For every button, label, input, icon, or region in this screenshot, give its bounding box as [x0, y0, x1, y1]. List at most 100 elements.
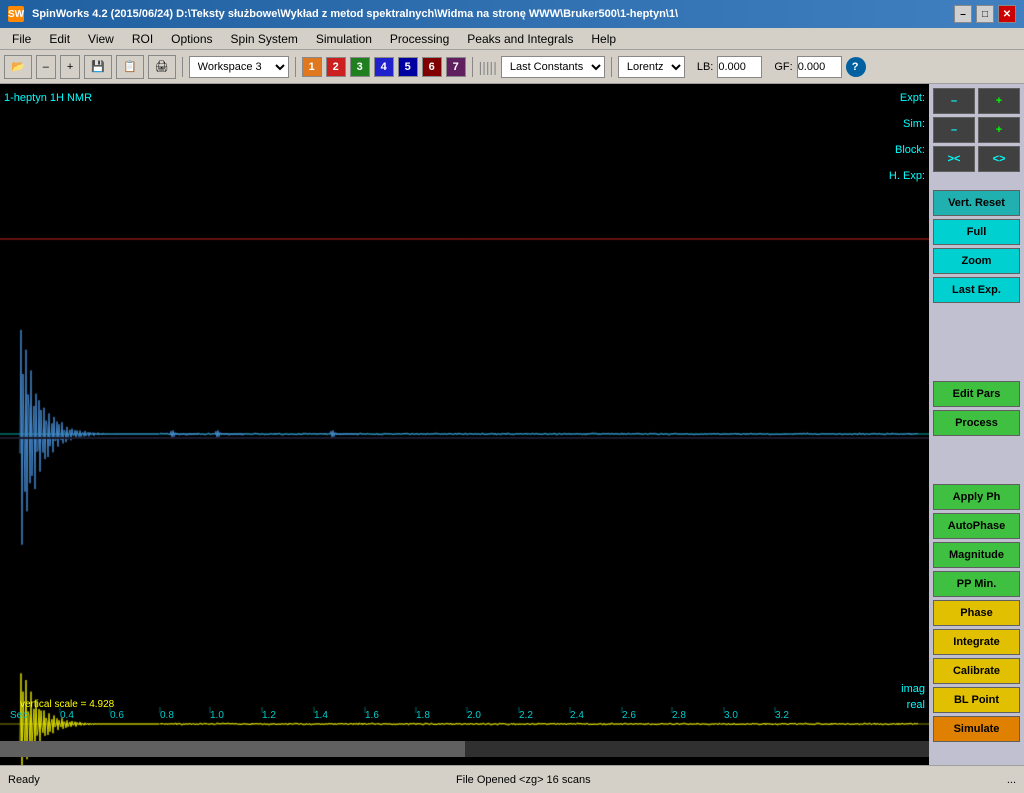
x-label-10: 1.0	[210, 710, 224, 721]
menu-options[interactable]: Options	[163, 30, 220, 48]
vertical-scale: vertical scale = 4.928	[20, 699, 114, 710]
spacer-7	[933, 439, 1020, 451]
minus-button[interactable]: –	[36, 55, 56, 79]
minimize-button[interactable]: –	[954, 5, 972, 23]
print-button[interactable]: 🖨	[148, 55, 176, 79]
x-label-26: 2.6	[622, 710, 636, 721]
spacer-9	[933, 469, 1020, 481]
process-button[interactable]: Process	[933, 410, 1020, 436]
spacer-4	[933, 336, 1020, 348]
menu-view[interactable]: View	[80, 30, 122, 48]
title-bar: SW SpinWorks 4.2 (2015/06/24) D:\Teksty …	[0, 0, 1024, 28]
integrate-button[interactable]: Integrate	[933, 629, 1020, 655]
bl-point-button[interactable]: BL Point	[933, 687, 1020, 713]
num-btn-6[interactable]: 6	[422, 57, 442, 77]
hexp-right-button[interactable]: <>	[978, 146, 1020, 172]
zoom-button[interactable]: Zoom	[933, 248, 1020, 274]
spectrum-area[interactable]: 1-heptyn 1H NMR Expt: Sim: Block: H. Exp…	[0, 84, 929, 765]
num-btn-7[interactable]: 7	[446, 57, 466, 77]
last-exp-button[interactable]: Last Exp.	[933, 277, 1020, 303]
expt-controls: – +	[933, 88, 1020, 114]
apply-ph-button[interactable]: Apply Ph	[933, 484, 1020, 510]
num-btn-4[interactable]: 4	[374, 57, 394, 77]
menu-roi[interactable]: ROI	[124, 30, 161, 48]
menu-bar: File Edit View ROI Options Spin System S…	[0, 28, 1024, 50]
calibrate-button[interactable]: Calibrate	[933, 658, 1020, 684]
sim-label: Sim:	[903, 118, 925, 130]
vert-sep-icon: |||||	[479, 59, 497, 75]
expt-label: Expt:	[900, 92, 925, 104]
x-label-30: 3.0	[724, 710, 738, 721]
lorentz-dropdown[interactable]: Lorentz	[618, 56, 685, 78]
sim-minus-button[interactable]: –	[933, 117, 975, 143]
menu-help[interactable]: Help	[583, 30, 624, 48]
spacer-3	[933, 321, 1020, 333]
open-button[interactable]: 📂	[4, 55, 32, 79]
window-controls: – □ ✕	[954, 5, 1016, 23]
num-btn-2[interactable]: 2	[326, 57, 346, 77]
x-label-20: 2.0	[467, 710, 481, 721]
full-button[interactable]: Full	[933, 219, 1020, 245]
lb-label: LB:	[697, 61, 714, 73]
spectrum-title: 1-heptyn 1H NMR	[4, 92, 92, 104]
x-label-04: 0.4	[60, 710, 74, 721]
x-label-14: 1.4	[314, 710, 328, 721]
help-button[interactable]: ?	[846, 57, 866, 77]
gf-label: GF:	[774, 61, 792, 73]
main-area: 1-heptyn 1H NMR Expt: Sim: Block: H. Exp…	[0, 84, 1024, 765]
real-label: real	[907, 699, 925, 711]
menu-edit[interactable]: Edit	[41, 30, 78, 48]
separator-3	[472, 57, 473, 77]
pp-min-button[interactable]: PP Min.	[933, 571, 1020, 597]
app-icon: SW	[8, 6, 24, 22]
phase-button[interactable]: Phase	[933, 600, 1020, 626]
menu-file[interactable]: File	[4, 30, 39, 48]
num-btn-1[interactable]: 1	[302, 57, 322, 77]
expt-minus-button[interactable]: –	[933, 88, 975, 114]
save-button[interactable]: 💾	[84, 55, 112, 79]
spacer-1	[933, 175, 1020, 187]
menu-simulation[interactable]: Simulation	[308, 30, 380, 48]
menu-processing[interactable]: Processing	[382, 30, 457, 48]
block-label: Block:	[895, 144, 925, 156]
num-btn-5[interactable]: 5	[398, 57, 418, 77]
lb-input[interactable]	[717, 56, 762, 78]
autophase-button[interactable]: AutoPhase	[933, 513, 1020, 539]
spacer-8	[933, 454, 1020, 466]
last-constants-dropdown[interactable]: Last Constants	[501, 56, 605, 78]
copy-button[interactable]: 📋	[116, 55, 144, 79]
x-label-16: 1.6	[365, 710, 379, 721]
spacer-5	[933, 351, 1020, 363]
scroll-thumb[interactable]	[0, 741, 465, 757]
close-button[interactable]: ✕	[998, 5, 1016, 23]
x-label-32: 3.2	[775, 710, 789, 721]
status-bar: Ready File Opened <zg> 16 scans ...	[0, 765, 1024, 793]
menu-spin-system[interactable]: Spin System	[223, 30, 306, 48]
vert-reset-button[interactable]: Vert. Reset	[933, 190, 1020, 216]
plus-button[interactable]: +	[60, 55, 80, 79]
hexp-label: H. Exp:	[889, 170, 925, 182]
toolbar: 📂 – + 💾 📋 🖨 Workspace 3 Workspace 1 Work…	[0, 50, 1024, 84]
edit-pars-button[interactable]: Edit Pars	[933, 381, 1020, 407]
hexp-left-button[interactable]: ><	[933, 146, 975, 172]
spacer-6	[933, 366, 1020, 378]
sim-plus-button[interactable]: +	[978, 117, 1020, 143]
workspace-select[interactable]: Workspace 3 Workspace 1 Workspace 2	[189, 56, 289, 78]
separator-1	[182, 57, 183, 77]
x-label-22: 2.2	[519, 710, 533, 721]
menu-peaks-integrals[interactable]: Peaks and Integrals	[459, 30, 581, 48]
magnitude-button[interactable]: Magnitude	[933, 542, 1020, 568]
maximize-button[interactable]: □	[976, 5, 994, 23]
x-label-06: 0.6	[110, 710, 124, 721]
simulate-button[interactable]: Simulate	[933, 716, 1020, 742]
gf-input[interactable]	[797, 56, 842, 78]
app-title: SpinWorks 4.2 (2015/06/24) D:\Teksty słu…	[32, 8, 678, 20]
x-label-08: 0.8	[160, 710, 174, 721]
scrollbar[interactable]	[0, 741, 929, 757]
ready-label: Ready	[8, 774, 40, 786]
expt-plus-button[interactable]: +	[978, 88, 1020, 114]
title-text: SW SpinWorks 4.2 (2015/06/24) D:\Teksty …	[8, 6, 678, 22]
x-label-24: 2.4	[570, 710, 584, 721]
separator-4	[611, 57, 612, 77]
num-btn-3[interactable]: 3	[350, 57, 370, 77]
